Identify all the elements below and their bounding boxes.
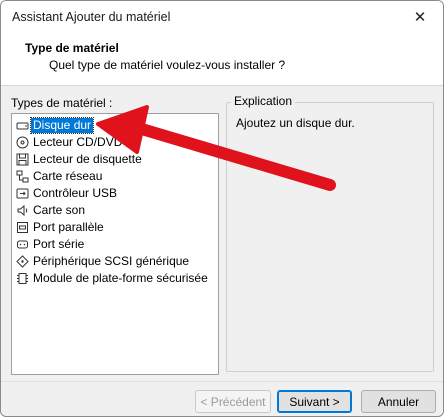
footer-divider (1, 381, 443, 382)
list-item-label: Module de plate-forme sécurisée (33, 271, 208, 285)
list-item-floppy[interactable]: Lecteur de disquette (16, 151, 144, 168)
add-hardware-wizard-window: Assistant Ajouter du matériel ✕ Type de … (0, 0, 444, 417)
wizard-header: Type de matériel Quel type de matériel v… (1, 33, 443, 86)
list-item-parallel-port[interactable]: Port parallèle (16, 219, 106, 236)
list-item-sound[interactable]: Carte son (16, 202, 87, 219)
tpm-chip-icon (16, 272, 29, 285)
close-button[interactable]: ✕ (397, 1, 443, 33)
list-item-tpm[interactable]: Module de plate-forme sécurisée (16, 270, 210, 287)
previous-button[interactable]: < Précédent (195, 390, 271, 413)
explanation-caption: Explication (231, 94, 296, 108)
cancel-button[interactable]: Annuler (361, 390, 436, 413)
hardware-types-label: Types de matériel : (11, 96, 113, 110)
list-item-label: Périphérique SCSI générique (33, 254, 190, 268)
list-item-label: Carte son (33, 203, 86, 217)
network-icon (16, 170, 29, 183)
list-item-label: Lecteur CD/DVD (33, 135, 123, 149)
list-item-hard-disk[interactable]: Disque dur (16, 117, 95, 134)
cd-dvd-icon (16, 136, 29, 149)
list-item-serial-port[interactable]: Port série (16, 236, 86, 253)
page-subtitle: Quel type de matériel voulez-vous instal… (49, 58, 286, 72)
close-icon: ✕ (413, 9, 427, 26)
hardware-types-list[interactable]: Disque dur Lecteur CD/DVD Lecteur de dis… (11, 113, 219, 375)
list-item-usb[interactable]: Contrôleur USB (16, 185, 119, 202)
explanation-group: Explication Ajoutez un disque dur. (226, 94, 434, 372)
list-item-label: Port série (33, 237, 85, 251)
list-item-network[interactable]: Carte réseau (16, 168, 104, 185)
scsi-icon (16, 255, 29, 268)
list-item-label: Port parallèle (33, 220, 104, 234)
explanation-text: Ajoutez un disque dur. (236, 116, 355, 130)
window-title: Assistant Ajouter du matériel (12, 10, 171, 24)
next-button[interactable]: Suivant > (277, 390, 352, 413)
hard-disk-icon (16, 119, 29, 132)
speaker-icon (16, 204, 29, 217)
usb-icon (16, 187, 29, 200)
floppy-icon (16, 153, 29, 166)
title-bar: Assistant Ajouter du matériel ✕ (1, 1, 443, 33)
page-title: Type de matériel (25, 41, 119, 55)
list-item-label: Disque dur (29, 117, 95, 134)
list-item-label: Lecteur de disquette (33, 152, 142, 166)
list-item-scsi[interactable]: Périphérique SCSI générique (16, 253, 191, 270)
parallel-port-icon (16, 221, 29, 234)
list-item-cd-dvd[interactable]: Lecteur CD/DVD (16, 134, 124, 151)
list-item-label: Carte réseau (33, 169, 103, 183)
serial-port-icon (16, 238, 29, 251)
list-item-label: Contrôleur USB (33, 186, 118, 200)
